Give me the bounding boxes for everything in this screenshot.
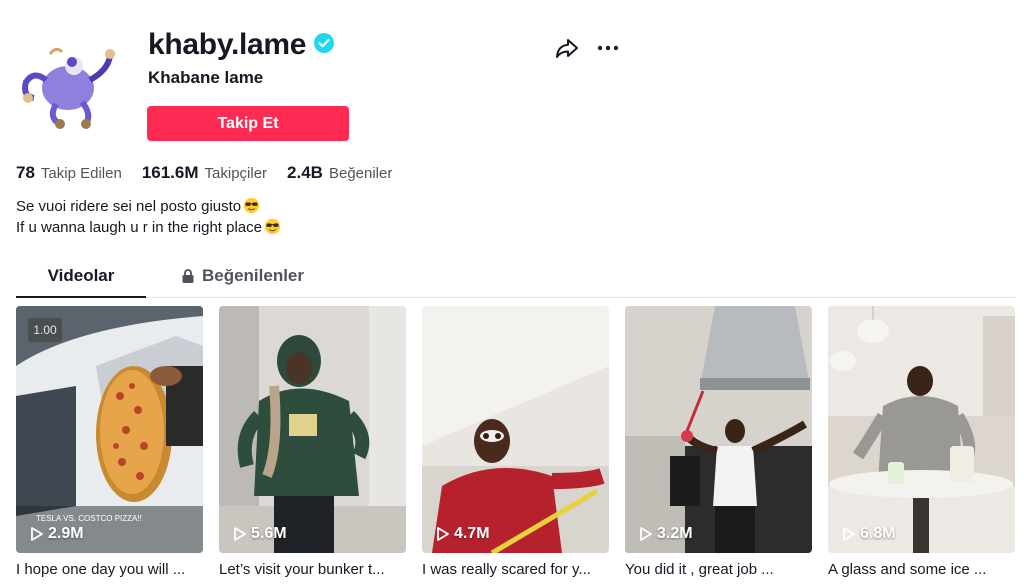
tab-divider: [16, 297, 1016, 298]
more-icon[interactable]: [596, 36, 620, 60]
stat-value: 161.6M: [141, 163, 199, 182]
video-caption[interactable]: Let’s visit your bunker t...: [219, 561, 406, 578]
bio: Se vuoi ridere sei nel posto giusto If u…: [16, 196, 281, 238]
view-count-value: 3.2M: [657, 525, 693, 542]
stat-label: Takip Edilen: [40, 165, 122, 182]
video-caption[interactable]: I was really scared for y...: [422, 561, 609, 578]
view-count-value: 6.8M: [860, 525, 896, 542]
video-thumbnail[interactable]: 5.6M: [219, 306, 406, 553]
video-thumbnail[interactable]: 1.00 TESLA VS. COSTCO PIZZA!! 2.9M: [16, 306, 203, 553]
play-icon: [437, 527, 449, 541]
video-caption[interactable]: A glass and some ice ...: [828, 561, 1015, 578]
video-card[interactable]: 1.00 TESLA VS. COSTCO PIZZA!! 2.9M I hop…: [16, 306, 203, 578]
stat-likes: 2.4B Beğeniler: [287, 163, 392, 183]
follow-button[interactable]: Takip Et: [147, 106, 349, 141]
username-row: khaby.lame: [148, 28, 335, 62]
play-icon: [843, 527, 855, 541]
nickname: Khabane lame: [148, 68, 264, 87]
play-icon: [640, 527, 652, 541]
video-overlay-text: TESLA VS. COSTCO PIZZA!!: [36, 514, 142, 523]
video-card[interactable]: 3.2M You did it , great job ...: [625, 306, 812, 578]
stat-value: 2.4B: [287, 163, 323, 182]
video-card[interactable]: 4.7M I was really scared for y...: [422, 306, 609, 578]
stat-label: Beğeniler: [328, 165, 393, 182]
video-timer: 1.00: [28, 318, 62, 342]
video-caption[interactable]: I hope one day you will ...: [16, 561, 203, 578]
bio-text: If u wanna laugh u r in the right place: [16, 219, 262, 236]
stat-value: 78: [16, 163, 35, 182]
lock-icon: [182, 269, 194, 283]
stat-following[interactable]: 78 Takip Edilen: [16, 163, 122, 183]
play-icon: [31, 527, 43, 541]
view-count: 2.9M: [30, 525, 84, 543]
view-count: 6.8M: [842, 525, 896, 543]
stat-label: Takipçiler: [204, 165, 268, 182]
video-caption[interactable]: You did it , great job ...: [625, 561, 812, 578]
play-icon: [234, 527, 246, 541]
video-thumbnail[interactable]: 3.2M: [625, 306, 812, 553]
stat-followers[interactable]: 161.6M Takipçiler: [142, 163, 267, 183]
tab-label: Beğenilenler: [201, 266, 305, 285]
view-count: 5.6M: [233, 525, 287, 543]
bio-text: Se vuoi ridere sei nel posto giusto: [16, 198, 242, 215]
avatar[interactable]: [16, 40, 116, 130]
view-count-value: 2.9M: [48, 525, 84, 542]
sunglasses-emoji-icon: [264, 218, 281, 235]
verified-icon: [314, 32, 335, 58]
bio-line: Se vuoi ridere sei nel posto giusto: [16, 196, 281, 217]
share-icon[interactable]: [555, 36, 579, 60]
bio-line: If u wanna laugh u r in the right place: [16, 217, 281, 238]
video-thumbnail[interactable]: 4.7M: [422, 306, 609, 553]
video-card[interactable]: 6.8M A glass and some ice ...: [828, 306, 1015, 578]
tab-label: Videolar: [47, 266, 115, 285]
view-count: 3.2M: [639, 525, 693, 543]
view-count: 4.7M: [436, 525, 490, 543]
view-count-value: 4.7M: [454, 525, 490, 542]
profile-stats: 78 Takip Edilen 161.6M Takipçiler 2.4B B…: [16, 163, 412, 183]
profile-tabs: Videolar Beğenilenler: [16, 260, 1016, 298]
tab-videos[interactable]: Videolar: [16, 260, 146, 298]
video-card[interactable]: 5.6M Let’s visit your bunker t...: [219, 306, 406, 578]
sunglasses-emoji-icon: [243, 197, 260, 214]
video-grid: 1.00 TESLA VS. COSTCO PIZZA!! 2.9M I hop…: [16, 306, 1016, 586]
username: khaby.lame: [148, 28, 307, 61]
view-count-value: 5.6M: [251, 525, 287, 542]
video-thumbnail[interactable]: 6.8M: [828, 306, 1015, 553]
tab-liked[interactable]: Beğenilenler: [176, 260, 308, 298]
